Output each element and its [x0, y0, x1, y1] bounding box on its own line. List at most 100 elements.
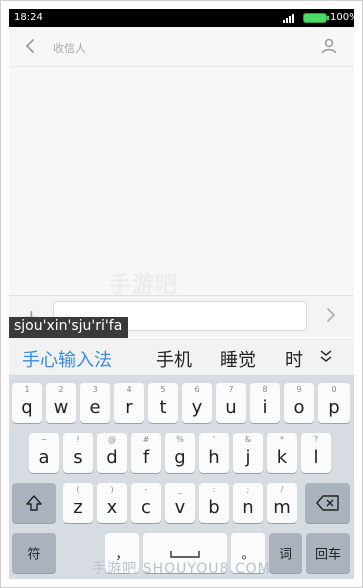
key-sub: 2 [58, 385, 64, 394]
status-time: 18:24 [14, 12, 43, 23]
key-sub: - [144, 485, 148, 494]
key-char: b [208, 497, 220, 518]
delete-key[interactable] [305, 483, 350, 523]
key-c[interactable]: -c [131, 483, 161, 523]
battery-percent: 100% [330, 12, 359, 23]
key-sub: ? [313, 435, 319, 444]
key-char: e [89, 397, 101, 418]
key-g[interactable]: % g [165, 433, 195, 473]
key-sub: # [142, 435, 150, 444]
status-bar: 18:24 100% [9, 9, 359, 27]
footer-watermark: 手游吧 SHOUYOU8.COM [92, 561, 271, 577]
battery-icon [303, 13, 327, 23]
chevron-left-icon[interactable] [20, 36, 40, 56]
key-x[interactable]: ) x [97, 483, 127, 523]
key-char: p [328, 397, 340, 418]
key-sub: 4 [126, 385, 132, 394]
key-char: d [106, 447, 118, 468]
key-char: a [38, 447, 50, 468]
key-w[interactable]: 2w [46, 383, 76, 423]
space-icon [170, 551, 200, 558]
key-j[interactable]: & j [233, 433, 263, 473]
key-char: f [142, 447, 150, 468]
key-e[interactable]: 3e [80, 383, 110, 423]
keyboard: 1q 2w 3e 4r 5t 6y 7u 8i 9o 0p ~ a ! s @ d #… [9, 376, 354, 579]
key-char: z [73, 497, 83, 518]
key-char: q [21, 397, 33, 418]
person-icon[interactable] [320, 37, 338, 55]
key-sub: 6 [194, 385, 200, 394]
send-icon[interactable] [323, 306, 339, 324]
key-b[interactable]: :b [199, 483, 229, 523]
key-f[interactable]: # f [131, 433, 161, 473]
shift-key[interactable] [12, 483, 56, 523]
chevron-down-icon[interactable] [318, 348, 334, 364]
key-sub: 5 [160, 385, 166, 394]
key-u[interactable]: 7u [216, 383, 246, 423]
key-h[interactable]: ' h [199, 433, 229, 473]
key-sub: ( [76, 485, 80, 494]
candidate-item[interactable]: 手心输入法 [22, 346, 112, 372]
key-d[interactable]: @ d [97, 433, 127, 473]
key-sub: & [244, 435, 252, 444]
key-k[interactable]: * k [267, 433, 297, 473]
key-sub: 3 [92, 385, 98, 394]
key-char: u [225, 397, 237, 418]
key-sub: / [280, 485, 284, 494]
key-char: o [293, 397, 305, 418]
key-sub: 0 [331, 385, 337, 394]
key-char: h [208, 447, 220, 468]
candidate-item[interactable]: 睡觉 [220, 346, 256, 372]
key-m[interactable]: / m [267, 483, 297, 523]
key-z[interactable]: (z [63, 483, 93, 523]
key-sub: 8 [262, 385, 268, 394]
key-sub: 1 [24, 385, 30, 394]
key-char: w [53, 397, 69, 418]
key-s[interactable]: ! s [63, 433, 93, 473]
key-sub: ' [212, 435, 216, 444]
key-sub: ; [246, 485, 250, 494]
candidate-bar: 手心输入法 手机 睡觉 时 [9, 338, 354, 376]
key-sub: ! [76, 435, 80, 444]
battery-cap [327, 16, 329, 20]
key-char: k [276, 447, 288, 468]
backspace-icon [316, 495, 339, 511]
key-sub: * [280, 435, 284, 444]
pinyin-composition: sjou'xin'sju'ri'fa [9, 317, 129, 338]
key-char: y [191, 397, 203, 418]
key-sub: ~ [40, 435, 48, 444]
key-char: r [125, 397, 133, 418]
key-char: t [159, 397, 167, 418]
key-char: j [245, 447, 251, 468]
key-t[interactable]: 5t [148, 383, 178, 423]
key-sub: ) [110, 485, 114, 494]
key-char: i [262, 397, 268, 418]
key-char: x [106, 497, 118, 518]
key-l[interactable]: ? l [301, 433, 331, 473]
key-char: l [313, 447, 319, 468]
key-sub: _ [178, 485, 182, 494]
candidate-item[interactable]: 手机 [156, 346, 192, 372]
key-p[interactable]: 0p [318, 383, 350, 423]
app-header: 收信人 [9, 27, 354, 67]
key-r[interactable]: 4r [114, 383, 144, 423]
signal-icon [283, 14, 294, 23]
key-char: c [141, 497, 151, 518]
candidate-item[interactable]: 时 [285, 346, 303, 372]
key-char: n [242, 497, 254, 518]
key-n[interactable]: ; n [233, 483, 263, 523]
key-v[interactable]: _ v [165, 483, 195, 523]
key-a[interactable]: ~ a [29, 433, 59, 473]
key-sub: 7 [228, 385, 234, 394]
key-y[interactable]: 6y [182, 383, 212, 423]
recipient-field[interactable]: 收信人 [53, 40, 86, 56]
key-char: v [174, 497, 186, 518]
key-sub: @ [108, 435, 116, 444]
key-q[interactable]: 1q [12, 383, 42, 423]
key-char: m [273, 497, 291, 518]
key-sub: : [212, 485, 216, 494]
key-o[interactable]: 9o [284, 383, 314, 423]
key-char: s [73, 447, 83, 468]
key-i[interactable]: 8i [250, 383, 280, 423]
key-sub: % [176, 435, 184, 444]
